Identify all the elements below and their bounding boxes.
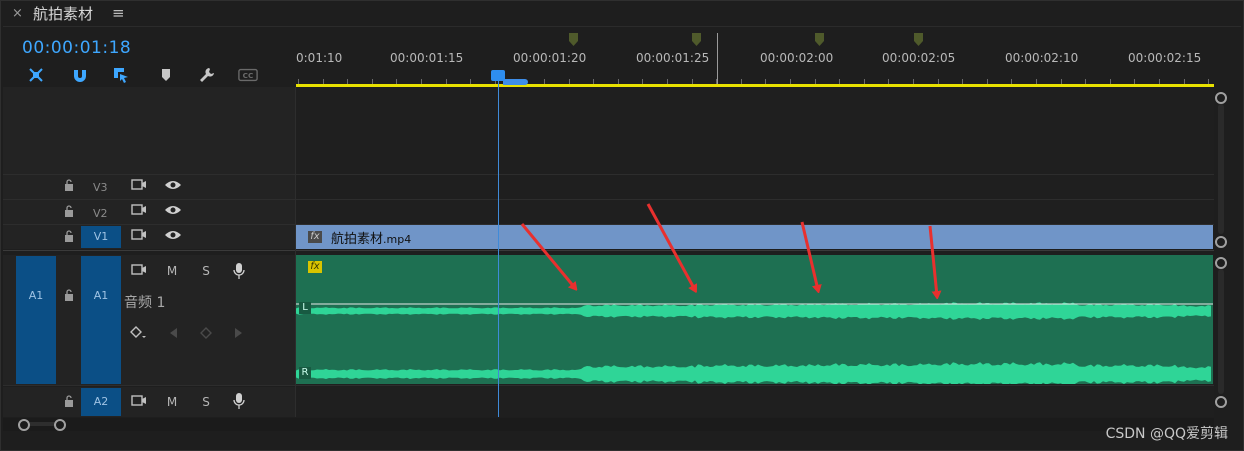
horizontal-scroll-area — [3, 418, 1214, 431]
snap-in-icon[interactable] — [26, 66, 46, 84]
horizontal-scrollbar[interactable] — [30, 422, 56, 426]
marker-icon[interactable] — [815, 33, 824, 46]
playhead-tail — [503, 79, 528, 85]
track-header-v3 — [3, 175, 296, 199]
microphone-icon[interactable] — [233, 392, 245, 410]
lock-icon[interactable] — [63, 179, 75, 191]
track-a2[interactable] — [296, 387, 1214, 417]
solo-button[interactable]: S — [198, 264, 214, 278]
sync-lock-icon[interactable] — [131, 178, 147, 192]
svg-text:CC: CC — [243, 71, 254, 80]
lock-icon[interactable] — [63, 395, 75, 407]
marker-icon[interactable] — [569, 33, 578, 46]
lock-icon[interactable] — [63, 289, 75, 301]
sync-lock-icon[interactable] — [131, 203, 147, 217]
track-target-v1[interactable]: V1 — [81, 226, 121, 248]
ruler-label: 00:00:02:05 — [882, 51, 956, 65]
microphone-icon[interactable] — [233, 262, 245, 280]
eye-icon[interactable] — [164, 179, 182, 191]
divider — [3, 385, 1214, 386]
marker-icon[interactable] — [156, 66, 176, 84]
empty-video-area-header — [3, 87, 296, 175]
tab-divider — [3, 26, 1241, 27]
eye-icon[interactable] — [164, 204, 182, 216]
track-name-v2[interactable]: V2 — [93, 207, 108, 220]
video-scrollbar[interactable] — [1218, 104, 1224, 234]
mute-button[interactable]: M — [164, 395, 180, 409]
channel-right-label: R — [299, 367, 311, 379]
ruler-label: 00:00:01:25 — [636, 51, 710, 65]
lock-icon[interactable] — [63, 205, 75, 217]
marker-icon[interactable] — [914, 33, 923, 46]
waveform-left-channel — [296, 302, 1211, 320]
channel-left-label: L — [299, 302, 311, 314]
waveform-right-channel — [296, 362, 1211, 384]
lock-icon[interactable] — [63, 230, 75, 242]
sync-lock-icon[interactable] — [131, 394, 147, 408]
previous-keyframe-icon[interactable] — [168, 327, 178, 339]
panel-menu-icon[interactable]: ≡ — [112, 4, 125, 22]
mute-button[interactable]: M — [164, 264, 180, 278]
next-keyframe-icon[interactable] — [234, 327, 244, 339]
track-target-a2[interactable]: A2 — [81, 388, 121, 416]
vertical-zoom-handle[interactable] — [1215, 396, 1227, 408]
zoom-handle-left[interactable] — [18, 419, 30, 431]
empty-video-area — [296, 87, 1214, 175]
playhead-timecode[interactable]: 00:00:01:18 — [22, 38, 131, 58]
sync-lock-icon[interactable] — [131, 263, 147, 277]
keyframe-options-icon[interactable] — [130, 326, 146, 340]
divider — [3, 250, 1214, 251]
track-v3[interactable] — [296, 175, 1214, 199]
linked-selection-icon[interactable] — [111, 66, 131, 84]
track-target-a1[interactable]: A1 — [81, 256, 121, 384]
track-header-v1 — [3, 225, 296, 249]
ruler-label: 00:00:01:15 — [390, 51, 464, 65]
edit-point-line — [717, 33, 718, 85]
track-header-a2 — [3, 387, 296, 417]
ruler-label: 0:01:10 — [296, 51, 343, 65]
wrench-icon[interactable] — [197, 66, 217, 84]
magnet-icon[interactable] — [70, 66, 90, 84]
audio-scrollbar[interactable] — [1218, 269, 1224, 394]
vertical-zoom-handle[interactable] — [1215, 257, 1227, 269]
audio-waveform — [296, 302, 1213, 384]
track-v2[interactable] — [296, 200, 1214, 224]
eye-icon[interactable] — [164, 229, 182, 241]
audio-clip[interactable]: fx L R — [296, 255, 1213, 384]
fx-badge: fx — [308, 231, 322, 243]
solo-button[interactable]: S — [198, 395, 214, 409]
divider — [3, 199, 1214, 200]
playhead-line[interactable] — [498, 78, 499, 417]
vertical-zoom-handle[interactable] — [1215, 236, 1227, 248]
cc-icon[interactable]: CC — [238, 66, 258, 84]
ruler-label: 00:00:02:15 — [1128, 51, 1202, 65]
source-track-a1[interactable]: A1 — [16, 256, 56, 384]
video-clip[interactable]: fx 航拍素材.mp4 — [296, 225, 1213, 249]
divider — [3, 174, 1214, 175]
ruler-label: 00:00:02:10 — [1005, 51, 1079, 65]
marker-icon[interactable] — [692, 33, 701, 46]
add-keyframe-icon[interactable] — [200, 327, 212, 339]
vertical-zoom-handle[interactable] — [1215, 92, 1227, 104]
close-tab-button[interactable]: × — [12, 6, 23, 21]
track-header-v2 — [3, 200, 296, 224]
track-label-a1[interactable]: 音频 1 — [124, 292, 165, 312]
sync-lock-icon[interactable] — [131, 228, 147, 242]
video-clip-name: 航拍素材.mp4 — [331, 232, 412, 247]
ruler-label: 00:00:02:00 — [760, 51, 834, 65]
playhead-handle[interactable] — [491, 70, 505, 81]
ruler-label: 00:00:01:20 — [513, 51, 587, 65]
track-name-v3[interactable]: V3 — [93, 181, 108, 194]
sequence-tab-title[interactable]: 航拍素材 — [33, 3, 93, 24]
watermark-text: CSDN @QQ爱剪辑 — [1105, 426, 1228, 442]
zoom-handle-right[interactable] — [54, 419, 66, 431]
